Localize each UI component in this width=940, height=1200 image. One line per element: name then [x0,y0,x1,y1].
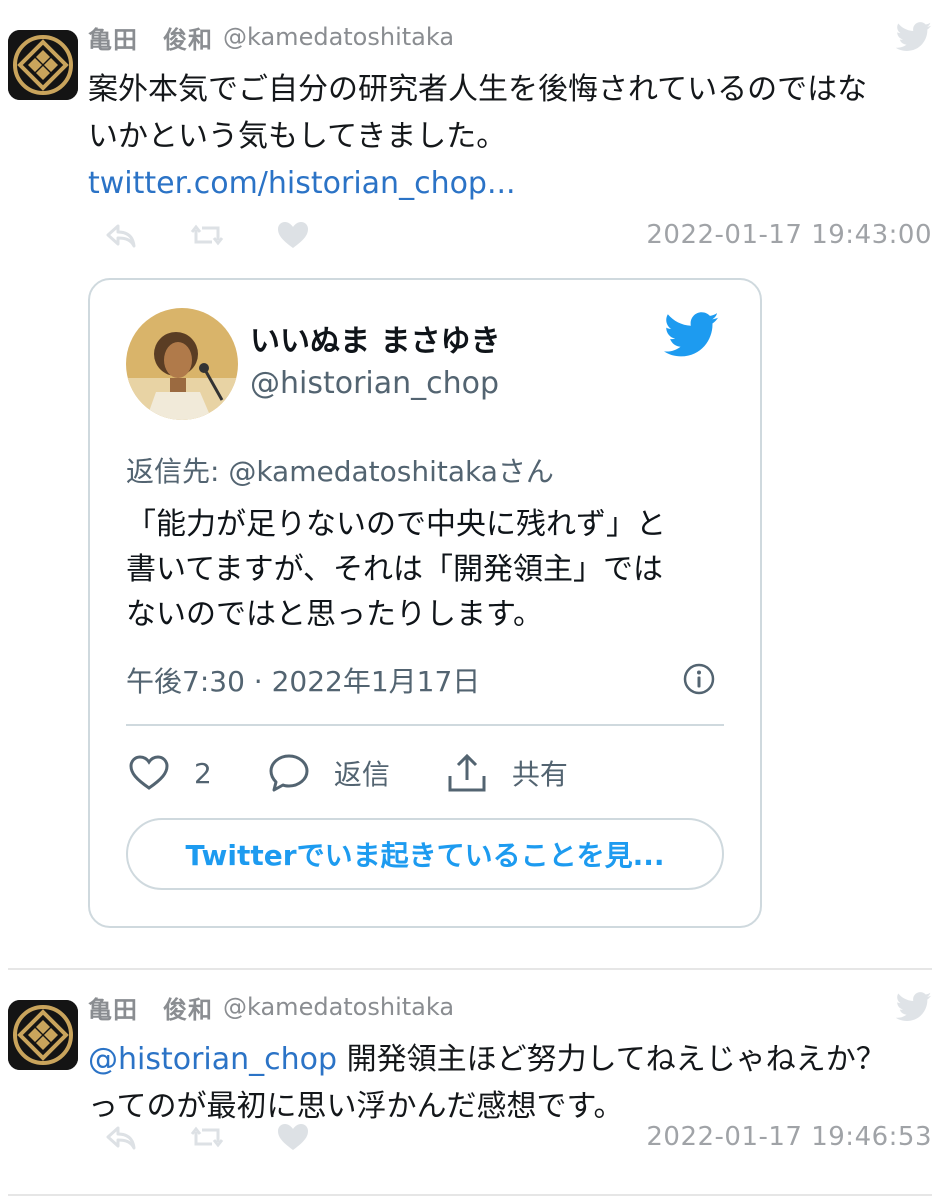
embed-reply-to[interactable]: 返信先: @kamedatoshitakaさん [126,450,554,490]
share-icon[interactable] [444,750,490,796]
like-count[interactable]: 2 [194,757,212,790]
embed-timestamp[interactable]: 午後7:30 · 2022年1月17日 [126,660,480,700]
tweet-text-line: 案外本気でご自分の研究者人生を後悔されているのではな [88,72,868,107]
tweet-actions [104,1120,362,1154]
reply-icon[interactable] [104,1122,138,1152]
embed-actions: 2 返信 共有 [126,748,622,798]
embed-author-name[interactable]: いいぬま まさゆき [250,316,500,360]
heart-icon[interactable] [126,750,172,796]
reply-icon[interactable] [104,220,138,250]
embed-text-line: 「能力が足りないので中央に残れず」と [126,507,666,542]
tweet-text-line: @historian_chop 開発領主ほど努力してねえじゃねえか？ [88,1036,928,1083]
embed-avatar[interactable] [126,308,238,420]
author-name[interactable]: 亀田 俊和 [88,990,213,1025]
twitter-bird-icon[interactable] [664,312,720,358]
tweet-body: @historian_chop 開発領主ほど努力してねえじゃねえか？ ってのが最… [88,1036,928,1130]
tweet: 亀田 俊和 @kamedatoshitaka 案外本気でご自分の研究者人生を後悔… [0,0,940,955]
share-label[interactable]: 共有 [512,753,568,793]
retweet-icon[interactable] [190,1122,224,1152]
divider [126,724,724,726]
tweet-actions [104,218,362,252]
heart-icon[interactable] [276,1122,310,1152]
author-handle[interactable]: @kamedatoshitaka [223,993,454,1021]
info-icon[interactable] [682,662,716,696]
author-name[interactable]: 亀田 俊和 [88,20,213,55]
tweet-header: 亀田 俊和 @kamedatoshitaka [88,990,454,1024]
tweet-timestamp[interactable]: 2022-01-17 19:43:00 [646,220,932,250]
tweet-text: 開発領主ほど努力してねえじゃねえか？ [337,1042,886,1077]
avatar[interactable] [8,1000,78,1070]
twitter-bird-icon[interactable] [896,992,932,1022]
tweet-link[interactable]: twitter.com/historian_chop... [88,160,928,207]
embed-author-handle[interactable]: @historian_chop [250,366,499,401]
retweet-icon[interactable] [190,220,224,250]
heart-icon[interactable] [276,220,310,250]
tweet-body: 案外本気でご自分の研究者人生を後悔されているのではな いかという気もしてきました… [88,66,928,207]
tweet-header: 亀田 俊和 @kamedatoshitaka [88,20,454,54]
mention-link[interactable]: @historian_chop [88,1042,337,1077]
divider [8,968,932,970]
comment-icon[interactable] [266,750,312,796]
embed-text-line: 書いてますが、それは「開発領主」では [126,552,663,587]
tweet-text-line: いかという気もしてきました。 [88,119,507,154]
author-handle[interactable]: @kamedatoshitaka [223,23,454,51]
embed-text-line: ないのではと思ったりします。 [126,597,543,632]
reply-label[interactable]: 返信 [334,753,390,793]
twitter-bird-icon[interactable] [896,22,932,52]
avatar[interactable] [8,30,78,100]
embed-body: 「能力が足りないので中央に残れず」と 書いてますが、それは「開発領主」では ない… [126,502,726,637]
tweet-timestamp[interactable]: 2022-01-17 19:46:53 [646,1122,932,1152]
divider [8,1194,932,1196]
see-more-button[interactable]: Twitterでいま起きていることを見... [126,818,724,890]
embedded-tweet-card[interactable]: いいぬま まさゆき @historian_chop 返信先: @kamedato… [88,278,762,928]
tweet: 亀田 俊和 @kamedatoshitaka @historian_chop 開… [0,978,940,1188]
